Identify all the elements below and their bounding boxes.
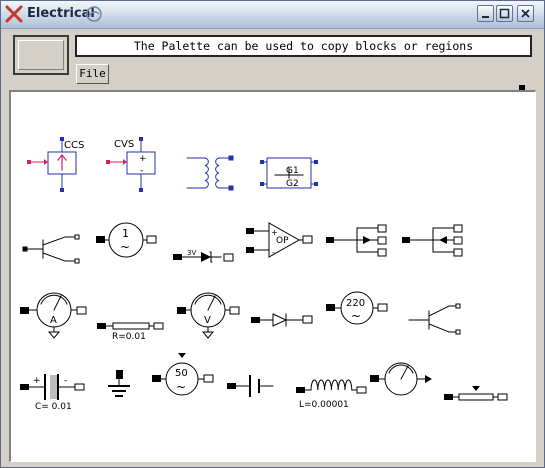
resistor-block[interactable]: R=0.01 (97, 322, 164, 342)
current-sensor-block[interactable] (326, 224, 387, 257)
gyrator-block[interactable]: G1 G2 (260, 157, 318, 189)
palette-window: Electrical The Palette can be used to co… (0, 0, 545, 468)
inductor-block[interactable]: L=0.00001 (296, 379, 367, 410)
file-menu-button[interactable]: File (76, 64, 109, 84)
minimize-icon (482, 16, 489, 18)
zener-diode-block[interactable]: 3V (173, 249, 234, 263)
capacitor-block[interactable]: + - C= 0.01 (20, 374, 85, 412)
dc-voltage-source-block[interactable] (227, 375, 274, 397)
ac-sine-symbol: ~ (351, 309, 361, 323)
cvs-plus: + (139, 154, 147, 164)
sine-source-value: 1 (122, 227, 129, 240)
capacitor-minus: - (64, 376, 67, 386)
maximize-button[interactable] (496, 5, 513, 22)
voltage-sensor-block[interactable] (402, 224, 463, 257)
current-source-sine: ~ (176, 380, 186, 394)
opamp-block[interactable]: + - OP (246, 222, 313, 258)
ammeter-label: A (50, 315, 57, 326)
gyrator-g2: G2 (286, 179, 299, 189)
zener-label: 3V (187, 249, 196, 257)
capacitor-plus: + (33, 376, 41, 386)
ccs-label: CCS (64, 140, 84, 151)
opamp-minus: - (272, 248, 275, 257)
voltmeter-block[interactable]: V (177, 292, 240, 339)
palette-blocks: CCS + - CVS G1 G2 1 ~ 3V + - OP A R=0.01… (20, 137, 508, 412)
ground-block[interactable] (108, 370, 130, 397)
block-preview (13, 35, 69, 75)
diode-block[interactable] (251, 313, 313, 327)
title-bar[interactable]: Electrical (1, 1, 544, 29)
close-icon (521, 9, 530, 18)
npn-transistor-block[interactable] (22, 234, 80, 264)
palette-canvas[interactable]: CCS + - CVS G1 G2 1 ~ 3V + - OP A R=0.01… (9, 90, 536, 462)
ac-source-220-block[interactable]: 220 ~ (326, 291, 388, 325)
close-x-icon[interactable] (5, 5, 23, 23)
block-preview-inner (18, 40, 64, 70)
opamp-label: OP (276, 236, 289, 246)
voltage-sensor-meter-block[interactable] (370, 362, 432, 396)
inductor-label: L=0.00001 (299, 400, 349, 410)
cvs-block[interactable]: + - CVS (106, 137, 156, 192)
cvs-label: CVS (114, 139, 134, 150)
pnp-transistor-block[interactable] (408, 303, 461, 335)
maximize-icon (499, 8, 510, 19)
resistor-label: R=0.01 (112, 332, 146, 342)
cvs-minus: - (140, 166, 143, 176)
transformer-block[interactable] (186, 155, 234, 191)
variable-resistor-block[interactable] (444, 386, 508, 401)
window-swirl-icon (86, 6, 102, 22)
capacitor-label: C= 0.01 (35, 402, 72, 412)
current-source-value: 50 (175, 368, 188, 379)
ac-source-value: 220 (346, 298, 365, 309)
minimize-button[interactable] (477, 5, 494, 22)
sine-voltage-source-block[interactable]: 1 ~ (96, 222, 157, 258)
sine-symbol: ~ (120, 240, 130, 254)
voltmeter-label: V (204, 315, 211, 326)
ammeter-block[interactable]: A (20, 292, 87, 339)
header-panel: The Palette can be used to copy blocks o… (9, 31, 536, 87)
message-bar: The Palette can be used to copy blocks o… (75, 35, 532, 57)
ccs-block[interactable]: CCS (27, 137, 84, 192)
current-source-50-block[interactable]: 50 ~ (152, 353, 214, 396)
close-button[interactable] (517, 5, 534, 22)
